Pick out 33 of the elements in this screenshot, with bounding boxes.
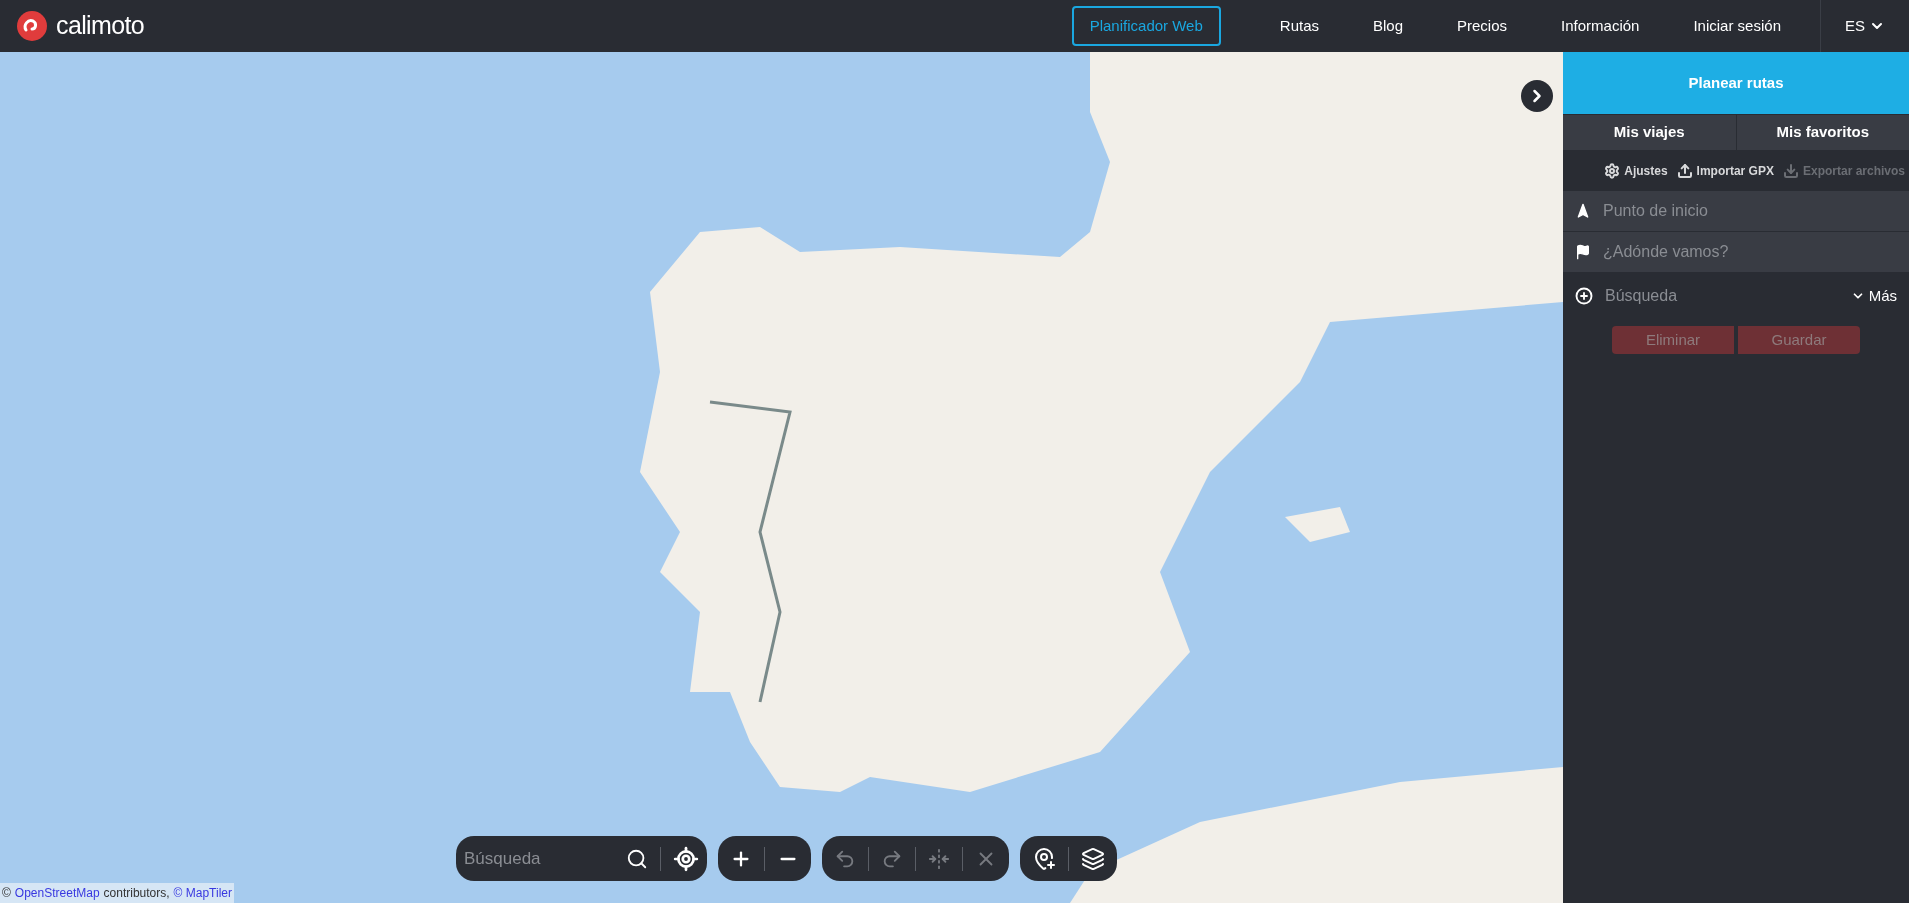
nav-link[interactable]: Precios — [1430, 14, 1535, 38]
locate-icon[interactable] — [673, 845, 699, 872]
panel-tab[interactable]: Mis viajes — [1563, 115, 1736, 150]
settings-icon — [1604, 162, 1621, 179]
triangle-icon — [1575, 203, 1591, 219]
attribution-link[interactable]: OpenStreetMap — [14, 884, 100, 902]
add-pin-icon[interactable] — [1032, 846, 1056, 871]
more-button[interactable]: Más — [1850, 284, 1897, 308]
map-drawing[interactable] — [0, 52, 1563, 903]
attribution-text: © — [2, 885, 11, 902]
panel-tab[interactable]: Mis favoritos — [1735, 115, 1909, 150]
toolbar-button[interactable]: Importar GPX — [1676, 161, 1774, 180]
toolbar-button[interactable]: Ajustes — [1604, 161, 1668, 180]
search-input[interactable]: Búsqueda — [456, 836, 626, 881]
upload-icon — [1676, 162, 1693, 179]
attribution-link[interactable]: © MapTiler — [173, 884, 232, 902]
attribution-text: contributors, — [103, 885, 170, 902]
waypoint-field[interactable]: Punto de inicio — [1563, 191, 1909, 231]
waypoint-field[interactable]: ¿Adónde vamos? — [1563, 232, 1909, 272]
layers-icon[interactable] — [1081, 846, 1105, 871]
search-input[interactable]: Búsqueda — [1605, 284, 1839, 308]
nav-link[interactable]: Rutas — [1252, 14, 1346, 38]
flag-icon — [1575, 244, 1591, 260]
nav-link[interactable]: Blog — [1346, 14, 1431, 38]
add-circle-icon[interactable] — [1575, 287, 1593, 305]
nav-link[interactable]: Planificador Web — [1071, 5, 1221, 47]
nav-link[interactable]: Iniciar sesión — [1666, 14, 1808, 38]
nav-link[interactable]: Información — [1534, 14, 1667, 38]
language-selector[interactable]: ES — [1821, 14, 1893, 38]
logo-text: calimoto — [56, 10, 145, 42]
logo-icon — [16, 10, 48, 42]
search-icon[interactable] — [626, 847, 648, 870]
download-icon — [1782, 162, 1799, 179]
